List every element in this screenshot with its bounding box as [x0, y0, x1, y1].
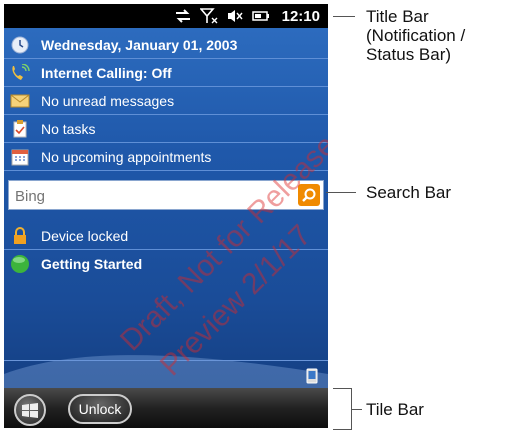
title-bar-callout: Title Bar (Notification / Status Bar): [366, 7, 465, 64]
title-bar-callout-line: [333, 16, 355, 17]
connectivity-icon[interactable]: [174, 8, 192, 24]
speaker-mute-icon[interactable]: [226, 8, 244, 24]
lock-icon: [9, 226, 31, 246]
device-locked-label: Device locked: [41, 227, 129, 244]
today-item-tasks[interactable]: No tasks: [4, 115, 328, 143]
unlock-button[interactable]: Unlock: [68, 394, 132, 424]
phone-icon: [9, 63, 31, 83]
no-signal-icon[interactable]: [199, 8, 218, 24]
tile-bar-callout: Tile Bar: [366, 400, 424, 419]
search-bar-callout-line: [326, 192, 356, 193]
tile-bar-callout-line: [352, 409, 362, 410]
title-bar-callout-line2: (Notification /: [366, 26, 466, 45]
getting-started-icon: [9, 254, 31, 274]
clock-icon: [9, 35, 31, 55]
battery-icon[interactable]: [251, 8, 270, 24]
device-screen: 12:10 Wednesday, January 01, 2003 Intern…: [4, 4, 328, 428]
today-item-label: Wednesday, January 01, 2003: [41, 36, 238, 53]
title-bar-callout-line1: Title Bar: [366, 7, 429, 26]
title-bar-callout-line3: Status Bar): [366, 45, 452, 64]
calendar-icon: [9, 147, 31, 167]
device-icon[interactable]: [306, 368, 318, 384]
today-item-date[interactable]: Wednesday, January 01, 2003: [4, 31, 328, 59]
title-bar[interactable]: 12:10: [4, 4, 328, 28]
today-list: Wednesday, January 01, 2003 Internet Cal…: [4, 31, 328, 171]
today-item-label: No tasks: [41, 120, 96, 137]
tile-bar-bracket: [333, 388, 352, 430]
search-bar-callout: Search Bar: [366, 183, 452, 202]
start-button[interactable]: [14, 394, 46, 426]
today-item-label: Internet Calling: Off: [41, 64, 172, 81]
envelope-icon: [9, 91, 31, 111]
windows-flag-icon: [22, 403, 38, 418]
today-item-messages[interactable]: No unread messages: [4, 87, 328, 115]
today-item-internet-calling[interactable]: Internet Calling: Off: [4, 59, 328, 87]
tile-bar: Unlock: [4, 388, 328, 428]
tasks-icon: [9, 119, 31, 139]
today-item-label: No upcoming appointments: [41, 148, 212, 165]
today-item-label: No unread messages: [41, 92, 175, 109]
clock-time[interactable]: 12:10: [282, 8, 320, 25]
getting-started-label: Getting Started: [41, 256, 143, 272]
